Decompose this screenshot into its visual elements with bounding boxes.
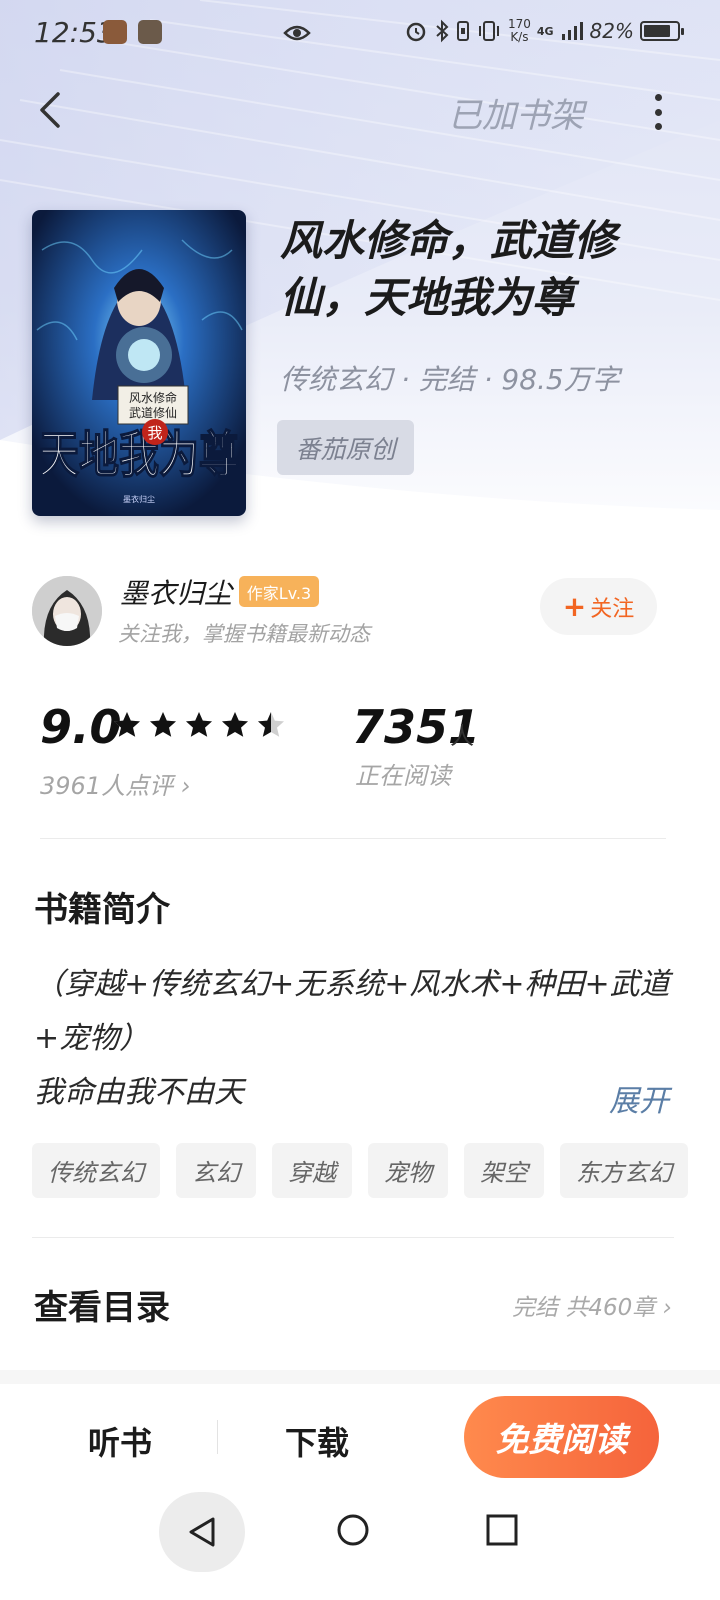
rating-stars [111, 710, 287, 740]
origin-tag: 番茄原创 [277, 420, 414, 475]
back-button[interactable] [34, 88, 74, 132]
readers-unit: 人 [450, 722, 474, 750]
nav-recents-button[interactable] [485, 1513, 519, 1547]
catalog-status-link[interactable]: 完结 共460章 › [512, 1288, 672, 1322]
bottom-separator [0, 1370, 720, 1384]
tag-chip[interactable]: 玄幻 [176, 1143, 256, 1198]
more-dot-icon [654, 108, 662, 116]
network-type: 4G [536, 24, 554, 38]
battery-icon [640, 21, 684, 41]
section-divider [40, 838, 666, 839]
rating-count-link[interactable]: 3961人点评 › [40, 766, 190, 801]
triangle-back-icon [189, 1517, 215, 1547]
added-to-shelf-label: 已加书架 [448, 96, 584, 136]
bar-divider [217, 1420, 218, 1454]
download-button[interactable]: 下载 [285, 1418, 349, 1464]
more-dot-icon [654, 94, 662, 101]
star-icon [258, 712, 284, 737]
follow-label: 关注 [590, 596, 635, 622]
catalog-title[interactable]: 查看目录 [34, 1280, 170, 1329]
star-icon [114, 712, 140, 737]
author-subtitle: 关注我，掌握书籍最新动态 [118, 622, 370, 646]
author-avatar[interactable] [32, 576, 102, 646]
readers-label: 正在阅读 [355, 762, 451, 790]
cover-subtitle-line2: 武道修仙 [129, 405, 177, 420]
signal-icon [561, 22, 583, 40]
follow-button[interactable]: + 关注 [540, 578, 657, 635]
star-icon [222, 712, 248, 737]
intro-section-title: 书籍简介 [34, 890, 170, 930]
eye-icon [283, 25, 311, 41]
plus-icon: + [562, 590, 587, 623]
tag-chip[interactable]: 宠物 [368, 1143, 448, 1198]
intro-line-2: 我命由我不由天 [34, 1075, 244, 1110]
more-options-button[interactable] [645, 90, 671, 134]
expand-intro-button[interactable]: 展开 [609, 1076, 669, 1120]
cover-subtitle-line1: 风水修命 [129, 390, 177, 405]
star-icon [186, 712, 212, 737]
read-free-button[interactable]: 免费阅读 [464, 1396, 659, 1478]
book-cover[interactable]: 风水修命 武道修仙 天地我为尊 我 墨衣归尘 [32, 210, 246, 516]
nav-back-button[interactable] [159, 1492, 245, 1572]
book-meta: 传统玄幻 · 完结 · 98.5万字 [280, 363, 620, 396]
cover-title: 天地我为尊 [39, 425, 239, 484]
nfc-icon [456, 21, 469, 41]
tag-chip[interactable]: 传统玄幻 [32, 1143, 160, 1198]
intro-text: （穿越+传统玄幻+无系统+风水术+种田+武道+宠物） 我命由我不由天 [34, 958, 674, 1120]
alarm-icon [406, 22, 426, 42]
book-title: 风水修命，武道修仙，天地我为尊 [280, 216, 617, 322]
cover-seal: 我 [147, 424, 162, 442]
battery-percent: 82% [589, 19, 634, 43]
listen-button[interactable]: 听书 [88, 1418, 152, 1464]
tag-chip[interactable]: 穿越 [272, 1143, 352, 1198]
network-speed: 170 K/s [507, 17, 531, 44]
cover-author: 墨衣归尘 [123, 494, 155, 504]
section-divider [32, 1237, 674, 1238]
bluetooth-icon [436, 19, 449, 43]
tag-chip[interactable]: 东方玄幻 [560, 1143, 688, 1198]
notification-app-icon [138, 20, 162, 44]
vibrate-icon [478, 21, 499, 41]
tag-chip[interactable]: 架空 [464, 1143, 544, 1198]
notification-app-icon [103, 20, 127, 44]
status-bar: 12:53 170 K/s 4G 82% [0, 0, 720, 70]
rating-score: 9.0 [40, 700, 122, 754]
tag-list: 传统玄幻 玄幻 穿越 宠物 架空 东方玄幻 [32, 1143, 688, 1198]
author-level-badge: 作家Lv.3 [239, 576, 319, 607]
nav-home-button[interactable] [336, 1513, 370, 1547]
star-icon [150, 712, 176, 737]
author-name[interactable]: 墨衣归尘 [120, 572, 232, 612]
more-dot-icon [654, 123, 662, 130]
intro-line-1: （穿越+传统玄幻+无系统+风水术+种田+武道+宠物） [34, 967, 670, 1056]
